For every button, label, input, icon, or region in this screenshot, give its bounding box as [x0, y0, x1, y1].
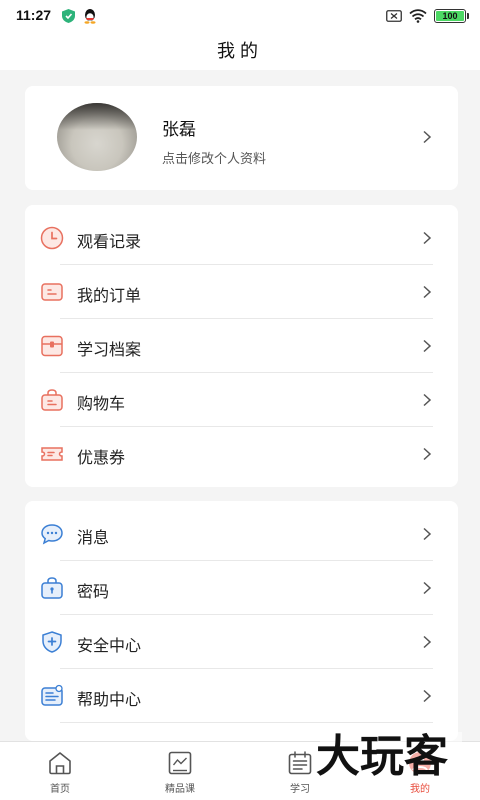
menu-item-label: 优惠券 [77, 448, 126, 467]
chevron-right-icon [423, 285, 432, 299]
menu-item-coupons[interactable]: 优惠券 [25, 427, 458, 481]
menu-item-label: 学习档案 [77, 340, 142, 359]
tab-home[interactable]: 首页 [0, 742, 120, 800]
menu-item-label: 购物车 [77, 394, 126, 413]
chevron-right-icon [423, 527, 432, 541]
security-shield-status-icon [62, 9, 75, 23]
help-icon [41, 684, 63, 706]
page-title: 我的 [217, 41, 263, 62]
chevron-right-icon [423, 581, 432, 595]
tab-label: 学习 [290, 784, 310, 795]
shopping-bag-icon [41, 389, 63, 411]
profile-name: 张磊 [162, 120, 196, 140]
tab-label: 精品课 [165, 784, 195, 795]
wifi-icon [409, 9, 427, 23]
avatar-shade [57, 103, 137, 131]
menu-item-my-orders[interactable]: 我的订单 [25, 265, 458, 319]
calendar-icon [288, 751, 312, 775]
menu-item-study-archive[interactable]: 学习档案 [25, 319, 458, 373]
battery-level: 100 [436, 11, 464, 21]
message-icon [41, 524, 63, 545]
menu-item-password[interactable]: 密码 [25, 561, 458, 615]
chevron-right-icon [423, 689, 432, 703]
menu-item-label: 观看记录 [77, 232, 142, 251]
watermark-logo: 大玩客 [316, 731, 462, 780]
battery-icon: 100 [434, 9, 466, 23]
tab-courses[interactable]: 精品课 [120, 742, 240, 800]
shield-icon [42, 631, 62, 653]
chevron-right-icon [423, 339, 432, 353]
nav-bar: 我的 [0, 32, 480, 70]
chevron-right-icon [423, 393, 432, 407]
chevron-right-icon [423, 231, 432, 245]
divider [60, 722, 433, 723]
menu-item-label: 我的订单 [77, 286, 142, 305]
archive-icon [41, 335, 63, 357]
menu-group-primary: 观看记录 我的订单 学习档案 购物车 优惠券 [25, 205, 458, 487]
course-chart-icon [168, 751, 192, 775]
battery-tip [467, 13, 469, 19]
watermark-text: 大玩客 [316, 731, 448, 780]
tab-label: 首页 [50, 784, 70, 795]
password-lock-icon [41, 577, 63, 599]
no-sim-icon [386, 10, 402, 22]
menu-item-security-center[interactable]: 安全中心 [25, 615, 458, 669]
menu-item-messages[interactable]: 消息 [25, 507, 458, 561]
home-icon [49, 752, 71, 775]
edit-profile-hint: 点击修改个人资料 [162, 152, 267, 167]
tab-label: 我的 [410, 784, 430, 795]
status-bar: 11:27 100 [0, 0, 480, 32]
menu-item-help-center[interactable]: 帮助中心 [25, 669, 458, 723]
qq-status-icon [84, 9, 96, 24]
menu-item-label: 帮助中心 [77, 690, 142, 709]
clock-icon [40, 226, 64, 250]
status-time: 11:27 [16, 7, 52, 23]
order-icon [41, 283, 63, 301]
menu-item-watch-history[interactable]: 观看记录 [25, 211, 458, 265]
avatar[interactable] [57, 103, 137, 171]
profile-card[interactable]: 张磊 点击修改个人资料 [25, 86, 458, 190]
menu-item-label: 消息 [77, 528, 110, 547]
menu-item-label: 密码 [77, 582, 110, 601]
coupon-icon [41, 447, 63, 461]
menu-group-secondary: 消息 密码 安全中心 帮助中心 [25, 501, 458, 741]
chevron-right-icon [423, 635, 432, 649]
chevron-right-icon [423, 447, 432, 461]
chevron-right-icon [423, 130, 432, 144]
menu-item-label: 安全中心 [77, 636, 142, 655]
menu-item-shopping-cart[interactable]: 购物车 [25, 373, 458, 427]
